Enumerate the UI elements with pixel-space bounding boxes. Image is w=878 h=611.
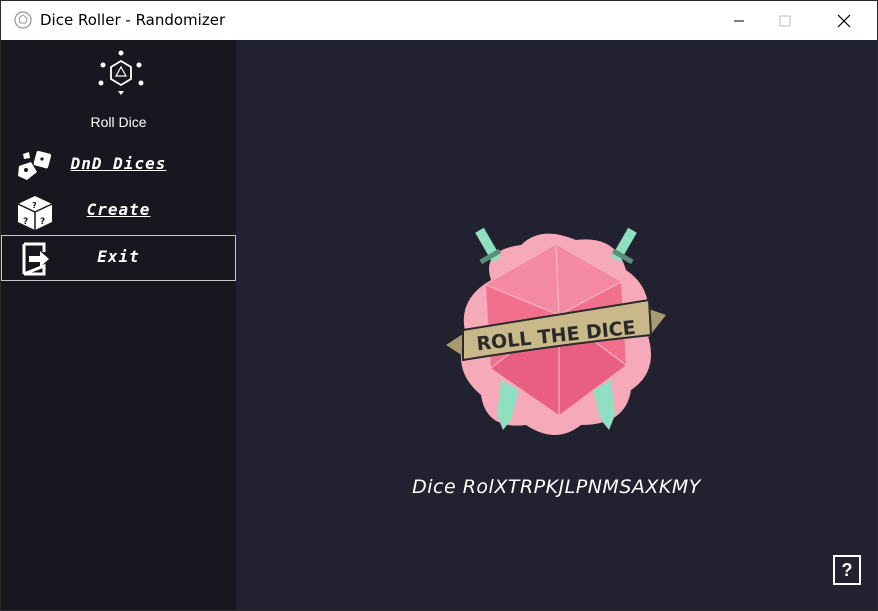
dice-logo-icon bbox=[98, 50, 144, 95]
svg-text:?: ? bbox=[40, 217, 45, 227]
app-window: Dice Roller - Randomizer Roll Dice DnD D… bbox=[0, 0, 878, 611]
roll-the-dice-emblem: ROLL THE DICE bbox=[446, 227, 666, 435]
nav-item-dnd-dices[interactable]: DnD Dices bbox=[1, 144, 236, 188]
main-panel: ROLL THE DICE Dice RolXTRPKJLPNMSAXKMY ? bbox=[236, 40, 877, 610]
mystery-dice-icon: ? ? ? bbox=[17, 196, 53, 230]
sidebar: Roll Dice DnD Dices ? ? ? Create Exit bbox=[1, 40, 236, 610]
nav-item-label: Create bbox=[86, 200, 151, 219]
nav-item-label: Exit bbox=[97, 247, 140, 266]
dice-result-text: Dice RolXTRPKJLPNMSAXKMY bbox=[412, 476, 701, 498]
maximize-icon bbox=[779, 15, 791, 26]
close-button[interactable] bbox=[821, 1, 867, 40]
minimize-button[interactable] bbox=[716, 1, 762, 40]
svg-text:?: ? bbox=[32, 201, 37, 210]
title-bar[interactable]: Dice Roller - Randomizer bbox=[1, 1, 877, 40]
window-title: Dice Roller - Randomizer bbox=[40, 11, 226, 29]
exit-icon bbox=[22, 242, 49, 276]
roll-dice-label: Roll Dice bbox=[90, 114, 147, 130]
app-icon bbox=[14, 11, 32, 29]
dice-pair-icon bbox=[18, 150, 52, 180]
help-button[interactable]: ? bbox=[833, 555, 861, 585]
close-icon bbox=[837, 14, 851, 27]
nav-item-exit[interactable]: Exit bbox=[1, 235, 236, 281]
svg-text:?: ? bbox=[23, 217, 28, 227]
help-button-label: ? bbox=[841, 559, 853, 580]
nav-item-create[interactable]: ? ? ? Create bbox=[1, 190, 236, 234]
nav-item-label: DnD Dices bbox=[70, 154, 167, 173]
maximize-button[interactable] bbox=[762, 1, 808, 40]
minimize-icon bbox=[734, 20, 744, 21]
